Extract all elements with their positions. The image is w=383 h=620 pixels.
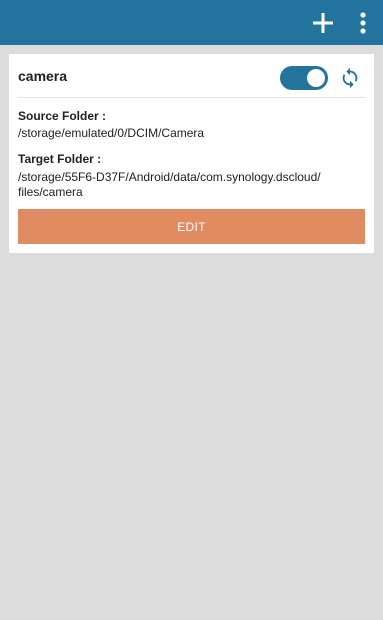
sync-task-card: camera Source Folder : /storage/emulated… <box>9 54 374 253</box>
target-folder-label: Target Folder : <box>18 152 102 166</box>
more-vert-icon <box>360 11 366 34</box>
target-folder-path: /storage/55F6-D37F/Android/data/com.syno… <box>18 170 363 200</box>
toggle-thumb <box>307 69 325 87</box>
app-bar <box>0 0 383 45</box>
add-button[interactable] <box>304 0 342 45</box>
target-folder-path-line2: files/camera <box>18 185 83 199</box>
source-folder-label: Source Folder : <box>18 109 107 123</box>
edit-button[interactable]: EDIT <box>18 209 365 244</box>
plus-icon <box>313 12 333 33</box>
more-options-button[interactable] <box>348 0 378 45</box>
task-name: camera <box>18 68 68 84</box>
header-divider <box>18 97 365 98</box>
sync-button[interactable] <box>337 65 363 91</box>
task-enabled-toggle[interactable] <box>280 66 328 90</box>
sync-icon <box>342 67 358 89</box>
target-folder-path-line1: /storage/55F6-D37F/Android/data/com.syno… <box>18 170 321 184</box>
source-folder-path: /storage/emulated/0/DCIM/Camera <box>18 126 205 140</box>
card-header: camera <box>9 54 374 98</box>
